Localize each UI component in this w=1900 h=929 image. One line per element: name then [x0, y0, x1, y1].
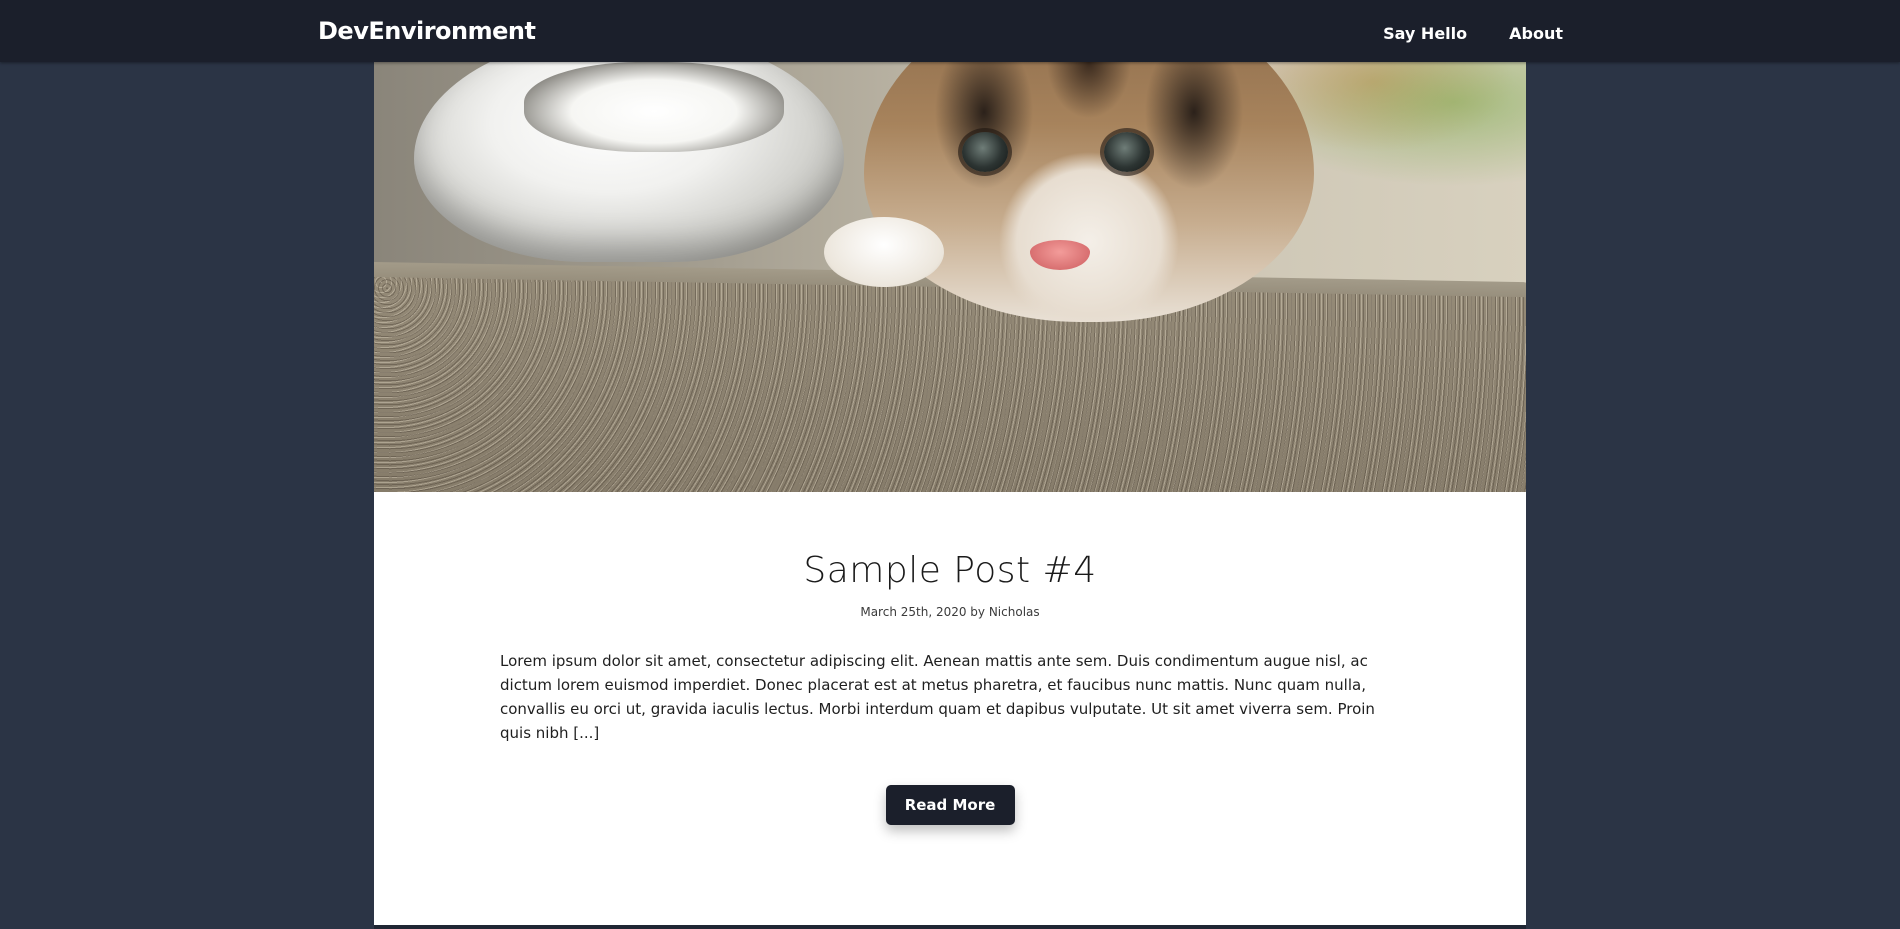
nav-links: Say Hello About: [1383, 24, 1563, 43]
hero-ledge: [374, 277, 1526, 492]
post-meta: March 25th, 2020 by Nicholas: [860, 605, 1040, 619]
post-hero-image[interactable]: [374, 62, 1526, 492]
read-more-button[interactable]: Read More: [885, 785, 1015, 825]
next-card-edge: [374, 925, 1526, 929]
site-brand-link[interactable]: DevEnvironment: [318, 17, 536, 45]
post-excerpt: Lorem ipsum dolor sit amet, consectetur …: [500, 652, 1375, 742]
post-title[interactable]: Sample Post #4: [500, 550, 1400, 591]
top-navbar: DevEnvironment Say Hello About: [0, 0, 1900, 62]
nav-link-say-hello[interactable]: Say Hello: [1383, 24, 1467, 43]
hero-phone-shape: [414, 62, 844, 262]
post-card: Sample Post #4 March 25th, 2020 by Nicho…: [374, 62, 1526, 925]
nav-link-about[interactable]: About: [1509, 24, 1563, 43]
kitten-left-eye: [962, 132, 1008, 172]
post-body: Sample Post #4 March 25th, 2020 by Nicho…: [374, 550, 1526, 825]
kitten-paw: [824, 217, 944, 287]
kitten-right-eye: [1104, 132, 1150, 172]
hero-phone-slot: [524, 62, 784, 152]
